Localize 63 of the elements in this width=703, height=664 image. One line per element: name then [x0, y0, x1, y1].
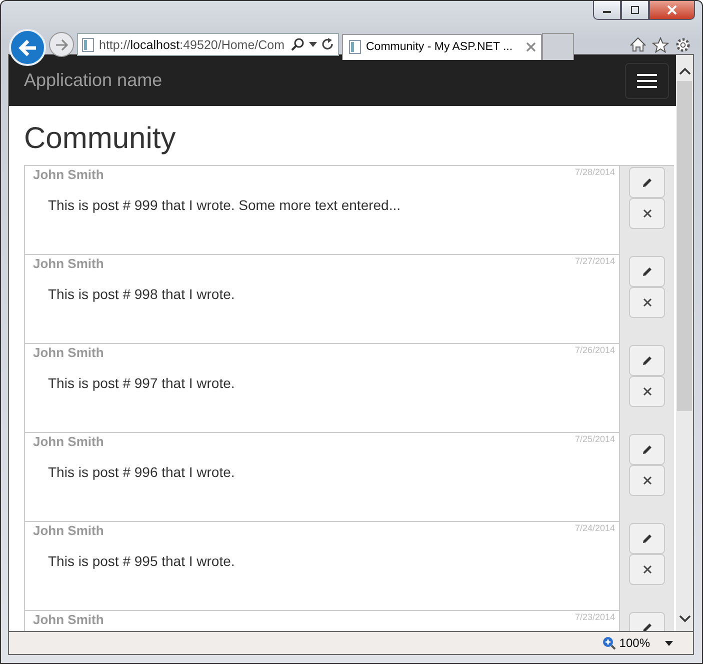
- post-text: This is post # 996 that I wrote.: [48, 464, 236, 480]
- close-icon: [642, 387, 652, 396]
- close-icon: [666, 5, 678, 15]
- post-date: 7/24/2014: [574, 523, 615, 535]
- post-text: This is post # 997 that I wrote.: [48, 375, 236, 391]
- post-author: John Smith: [33, 523, 104, 538]
- post-author: John Smith: [33, 256, 104, 271]
- refresh-icon[interactable]: [322, 38, 334, 51]
- close-button[interactable]: [649, 1, 695, 20]
- post-date: 7/26/2014: [574, 345, 615, 357]
- close-icon: [642, 476, 652, 485]
- vertical-scrollbar[interactable]: [676, 55, 693, 631]
- edit-button[interactable]: [629, 167, 665, 198]
- close-icon: [642, 298, 652, 307]
- address-bar[interactable]: http://localhost:49520/Home/Com: [77, 33, 339, 56]
- close-icon: [642, 565, 652, 574]
- scroll-up-icon[interactable]: [678, 67, 690, 75]
- post-date: 7/23/2014: [574, 612, 615, 624]
- post-date: 7/27/2014: [574, 256, 615, 268]
- caret-icon[interactable]: [309, 42, 317, 47]
- minimize-button[interactable]: [593, 1, 621, 20]
- post-text: This is post # 995 that I wrote.: [48, 553, 236, 569]
- menu-button[interactable]: [625, 62, 669, 98]
- post-author: John Smith: [33, 434, 104, 449]
- post-author: John Smith: [33, 167, 104, 182]
- post-date: 7/28/2014: [574, 167, 615, 179]
- close-icon: [642, 209, 652, 218]
- zoom-icon[interactable]: [602, 636, 616, 650]
- page-icon: [349, 40, 361, 54]
- pencil-icon: [642, 177, 652, 188]
- post-text: This is post # 998 that I wrote.: [48, 286, 236, 302]
- arrow-right-icon: [54, 38, 68, 50]
- pencil-icon: [642, 533, 652, 544]
- forward-button[interactable]: [49, 32, 74, 57]
- maximize-button[interactable]: [621, 1, 649, 20]
- back-button[interactable]: [9, 29, 46, 66]
- zoom-level[interactable]: 100%: [619, 636, 650, 650]
- star-icon[interactable]: [652, 36, 669, 52]
- scrollbar-thumb[interactable]: [677, 81, 692, 411]
- edit-button[interactable]: [629, 434, 665, 465]
- edit-button[interactable]: [629, 256, 665, 287]
- close-icon[interactable]: [526, 42, 536, 52]
- menu-icon: [637, 74, 657, 88]
- scroll-down-icon[interactable]: [678, 615, 690, 623]
- brand-link[interactable]: Application name: [24, 70, 162, 91]
- edit-button[interactable]: [629, 345, 665, 376]
- edit-button[interactable]: [629, 523, 665, 554]
- page-icon: [82, 38, 94, 52]
- arrow-left-icon: [18, 38, 38, 56]
- maximize-icon: [630, 6, 640, 14]
- pencil-icon: [642, 355, 652, 366]
- browser-tab[interactable]: Community - My ASP.NET ...: [342, 34, 542, 60]
- home-icon[interactable]: [630, 36, 646, 52]
- pencil-icon: [642, 266, 652, 277]
- post-author: John Smith: [33, 345, 104, 360]
- page-heading: Community: [24, 121, 177, 157]
- post-date: 7/25/2014: [574, 434, 615, 446]
- search-icon[interactable]: [291, 38, 304, 51]
- caret-icon[interactable]: [665, 640, 673, 646]
- pencil-icon: [642, 444, 652, 455]
- settings-icon[interactable]: [675, 36, 691, 52]
- post-author: John Smith: [33, 612, 104, 627]
- post-text: This is post # 999 that I wrote. Some more text entered...: [48, 197, 402, 213]
